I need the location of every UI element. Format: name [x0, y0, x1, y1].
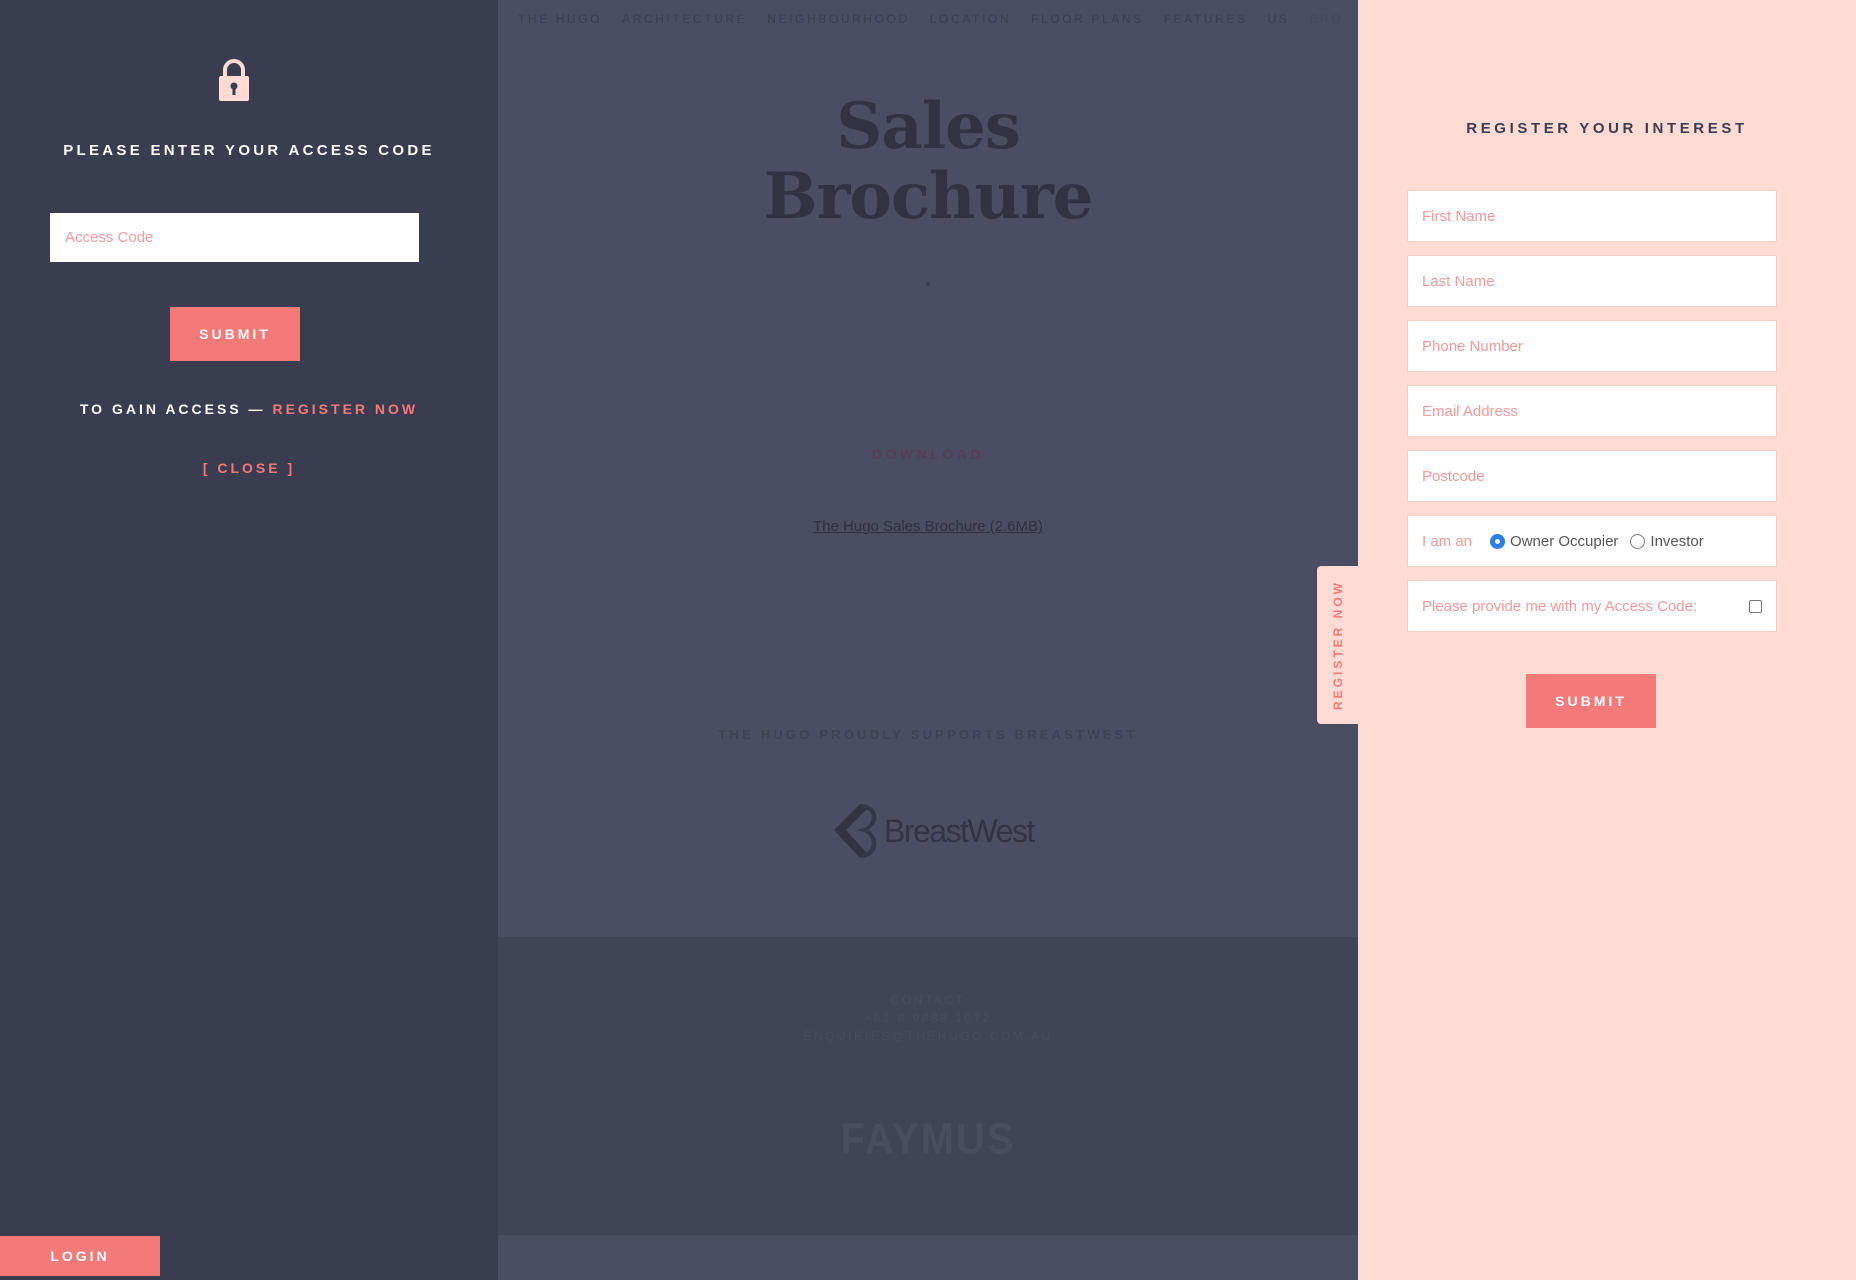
breastwest-logo: BreastWest	[820, 796, 1035, 866]
first-name-input[interactable]	[1408, 191, 1776, 241]
brochure-download-link: The Hugo Sales Brochure (2.6MB)	[812, 518, 1044, 535]
nav-item-brochure: BROCHURE	[1309, 12, 1342, 26]
lock-icon	[219, 59, 249, 101]
email-input[interactable]	[1408, 386, 1776, 436]
last-name-field	[1407, 255, 1777, 307]
register-interest-panel: REGISTER YOUR INTEREST I am an Owner Occ…	[1358, 0, 1856, 1280]
radio-selected-icon[interactable]	[1490, 533, 1506, 549]
phone-input[interactable]	[1408, 321, 1776, 371]
investor-label: Investor	[1650, 532, 1704, 550]
nav-item-neighbourhood: NEIGHBOURHOOD	[767, 12, 910, 26]
background-page: THE HUGO ARCHITECTURE NEIGHBOURHOOD LOCA…	[498, 0, 1358, 1280]
phone-field	[1407, 320, 1777, 372]
supports-text: THE HUGO PROUDLY SUPPORTS BREASTWEST	[718, 727, 1138, 742]
main-nav: THE HUGO ARCHITECTURE NEIGHBOURHOOD LOCA…	[518, 12, 1342, 26]
access-code-request-checkbox[interactable]	[1749, 599, 1762, 613]
footer-phone: +61 8 9888 1072	[864, 1011, 992, 1025]
site-footer: CONTACT +61 8 9888 1072 ENQUIRIES@THEHUG…	[498, 937, 1358, 1235]
title-divider-dot	[926, 282, 930, 286]
investor-radio[interactable]: Investor	[1630, 532, 1704, 550]
nav-item-architecture: ARCHITECTURE	[622, 12, 748, 26]
page-title-line1: Sales	[836, 89, 1021, 164]
download-heading: DOWNLOAD	[872, 446, 984, 462]
first-name-field	[1407, 190, 1777, 242]
postcode-input[interactable]	[1408, 451, 1776, 501]
email-field	[1407, 385, 1777, 437]
close-button[interactable]: [ CLOSE ]	[0, 460, 498, 476]
owner-occupier-label: Owner Occupier	[1510, 532, 1619, 550]
footer-email: ENQUIRIES@THEHUGO.COM.AU	[803, 1029, 1053, 1043]
register-heading: REGISTER YOUR INTEREST	[1466, 120, 1748, 137]
register-now-tab-label: REGISTER NOW	[1330, 579, 1345, 711]
nav-item-features: FEATURES	[1163, 12, 1248, 26]
login-button[interactable]: LOGIN	[0, 1236, 160, 1276]
buyer-type-field: I am an Owner Occupier Investor	[1407, 515, 1777, 567]
access-code-request-field: Please provide me with my Access Code:	[1407, 580, 1777, 632]
page-title: Sales Brochure	[498, 92, 1358, 232]
access-submit-button[interactable]: SUBMIT	[170, 307, 300, 361]
owner-occupier-radio[interactable]: Owner Occupier	[1490, 533, 1618, 550]
gain-access-prefix: TO GAIN ACCESS —	[79, 401, 273, 417]
access-code-request-label: Please provide me with my Access Code:	[1422, 597, 1698, 615]
page-bottom-strip	[498, 1235, 1358, 1280]
page-title-line2: Brochure	[763, 159, 1094, 234]
footer-contact-label: CONTACT	[890, 993, 966, 1007]
access-code-heading: PLEASE ENTER YOUR ACCESS CODE	[63, 142, 435, 159]
nav-item-floor-plans: FLOOR PLANS	[1031, 12, 1144, 26]
nav-item-location: LOCATION	[929, 12, 1012, 26]
radio-unselected-icon[interactable]	[1630, 533, 1646, 549]
access-code-panel: PLEASE ENTER YOUR ACCESS CODE SUBMIT TO …	[0, 0, 498, 1280]
access-code-input[interactable]	[50, 213, 419, 262]
gain-access-text: TO GAIN ACCESS — REGISTER NOW	[0, 401, 498, 417]
postcode-field	[1407, 450, 1777, 502]
nav-item-the-hugo: THE HUGO	[518, 12, 603, 26]
register-now-link[interactable]: REGISTER NOW	[272, 401, 418, 417]
last-name-input[interactable]	[1408, 256, 1776, 306]
register-now-tab[interactable]: REGISTER NOW	[1317, 566, 1358, 724]
i-am-an-label: I am an	[1422, 532, 1473, 550]
nav-item-us: US	[1267, 12, 1290, 26]
register-submit-button[interactable]: SUBMIT	[1526, 674, 1656, 728]
breastwest-heart-icon	[834, 804, 877, 858]
faymus-logo: FAYMUS	[840, 1114, 1016, 1164]
